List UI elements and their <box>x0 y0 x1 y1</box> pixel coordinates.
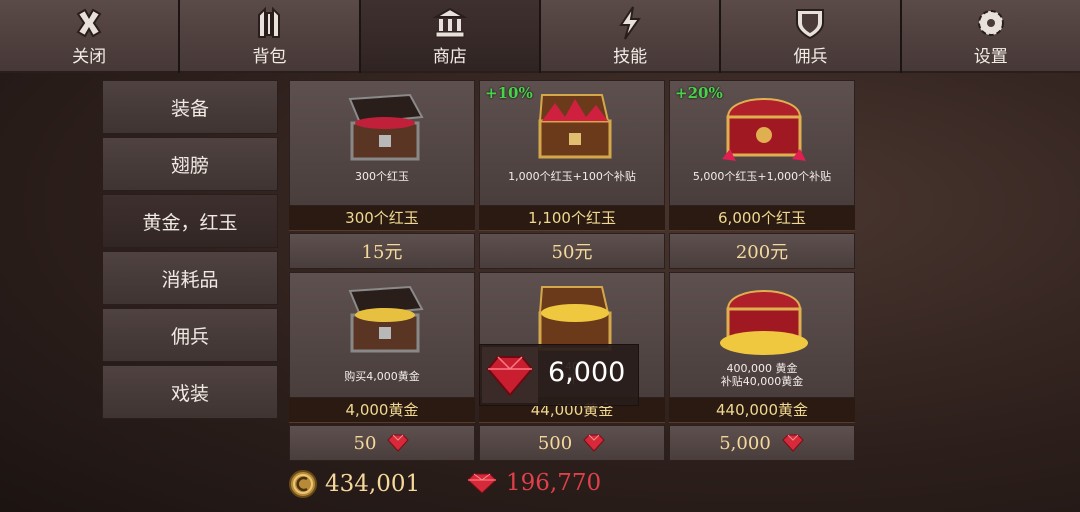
buy-price-button[interactable]: 15元 <box>289 233 475 269</box>
item-name: 6,000个红玉 <box>669 206 855 231</box>
buy-price-button[interactable]: 200元 <box>669 233 855 269</box>
tooltip-value: 6,000 <box>548 357 626 388</box>
price-label: 50元 <box>551 242 593 263</box>
item-description: 300个红玉 <box>355 170 409 183</box>
gold-chest-small-icon <box>348 285 424 353</box>
price-label: 500 <box>537 432 573 454</box>
sidebar-item-costume[interactable]: 戏装 <box>102 365 278 419</box>
item-image-panel <box>289 80 475 206</box>
item-description: 购买4,000黄金 <box>344 370 420 383</box>
tab-settings[interactable]: 设置 <box>901 0 1080 73</box>
ruby-balance: 196,770 <box>466 470 601 496</box>
tab-close[interactable]: 关闭 <box>0 0 179 73</box>
ruby-chest-large-icon <box>722 98 806 161</box>
close-x-icon <box>76 8 102 38</box>
gold-balance: 434,001 <box>289 470 420 498</box>
tab-skills-label: 技能 <box>613 47 648 67</box>
item-name: 4,000黄金 <box>289 398 475 423</box>
ruby-gem-icon <box>467 473 497 494</box>
ruby-tooltip: 6,000 <box>479 344 639 406</box>
category-sidebar: 装备 翅膀 黄金，红玉 消耗品 佣兵 戏装 <box>102 80 278 422</box>
buy-price-button[interactable]: 5,000 <box>669 425 855 461</box>
tab-skills[interactable]: 技能 <box>540 0 720 73</box>
shop-item-card[interactable]: 400,000 黄金 补贴40,000黄金 440,000黄金 5,000 <box>669 272 855 462</box>
tab-mercenary[interactable]: 佣兵 <box>721 0 900 73</box>
tab-mercenary-label: 佣兵 <box>793 47 828 67</box>
item-description: 5,000个红玉+1,000个补贴 <box>692 170 832 183</box>
ruby-chest-medium-icon <box>538 94 612 159</box>
shop-item-card[interactable]: 购买4,000黄金 4,000黄金 50 <box>289 272 475 462</box>
price-label: 200元 <box>735 242 789 263</box>
gold-chest-large-icon <box>720 290 808 355</box>
tab-close-label: 关闭 <box>72 47 107 67</box>
item-description: 1,000个红玉+100个补贴 <box>508 170 636 183</box>
gold-coin-icon <box>289 470 317 498</box>
price-label: 15元 <box>361 242 403 263</box>
shop-building-icon <box>432 7 468 38</box>
ruby-chest-small-icon <box>348 93 424 161</box>
backpack-icon <box>258 6 281 38</box>
sidebar-item-mercenary[interactable]: 佣兵 <box>102 308 278 362</box>
item-name: 300个红玉 <box>289 206 475 231</box>
item-name: 1,100个红玉 <box>479 206 665 231</box>
gear-icon <box>977 10 1004 36</box>
shield-icon <box>796 9 825 40</box>
tab-backpack-label: 背包 <box>252 47 287 67</box>
sidebar-item-consumables[interactable]: 消耗品 <box>102 251 278 305</box>
sidebar-item-wings[interactable]: 翅膀 <box>102 137 278 191</box>
tab-backpack[interactable]: 背包 <box>180 0 359 73</box>
item-description-line1: 400,000 黄金 <box>726 362 798 375</box>
buy-price-button[interactable]: 50 <box>289 425 475 461</box>
tab-shop[interactable]: 商店 <box>360 0 539 73</box>
shop-item-card[interactable]: +10% 1,000个红玉+100个补贴 1,100个红玉 50元 <box>479 80 665 270</box>
sidebar-item-equipment[interactable]: 装备 <box>102 80 278 134</box>
item-description-line2: 补贴40,000黄金 <box>720 375 804 388</box>
sidebar-item-gold-ruby[interactable]: 黄金，红玉 <box>102 194 278 248</box>
ruby-gem-icon <box>782 434 804 452</box>
gold-amount: 434,001 <box>325 471 421 497</box>
buy-price-button[interactable]: 50元 <box>479 233 665 269</box>
shop-item-card[interactable]: +20% 5,000个红玉+1,000个补贴 6,000个红玉 200元 <box>669 80 855 270</box>
buy-price-button[interactable]: 500 <box>479 425 665 461</box>
ruby-gem-icon <box>486 356 534 397</box>
bonus-badge: +20% <box>675 84 723 102</box>
item-description: 400,000 黄金 补贴40,000黄金 <box>669 362 855 388</box>
ruby-gem-icon <box>387 434 410 452</box>
ruby-gem-icon <box>583 434 605 452</box>
lightning-skill-icon <box>619 6 642 40</box>
price-label: 5,000 <box>719 432 771 454</box>
shop-item-card[interactable]: 300个红玉 300个红玉 15元 <box>289 80 475 270</box>
tooltip-gem-box <box>482 347 538 403</box>
tab-settings-label: 设置 <box>973 47 1008 67</box>
item-name: 440,000黄金 <box>669 398 855 423</box>
ruby-amount: 196,770 <box>506 470 602 496</box>
bonus-badge: +10% <box>485 84 533 102</box>
price-label: 50 <box>353 432 377 454</box>
top-nav: 关闭 背包 商店 技能 佣兵 设置 <box>0 0 1080 73</box>
tab-shop-label: 商店 <box>432 47 467 67</box>
